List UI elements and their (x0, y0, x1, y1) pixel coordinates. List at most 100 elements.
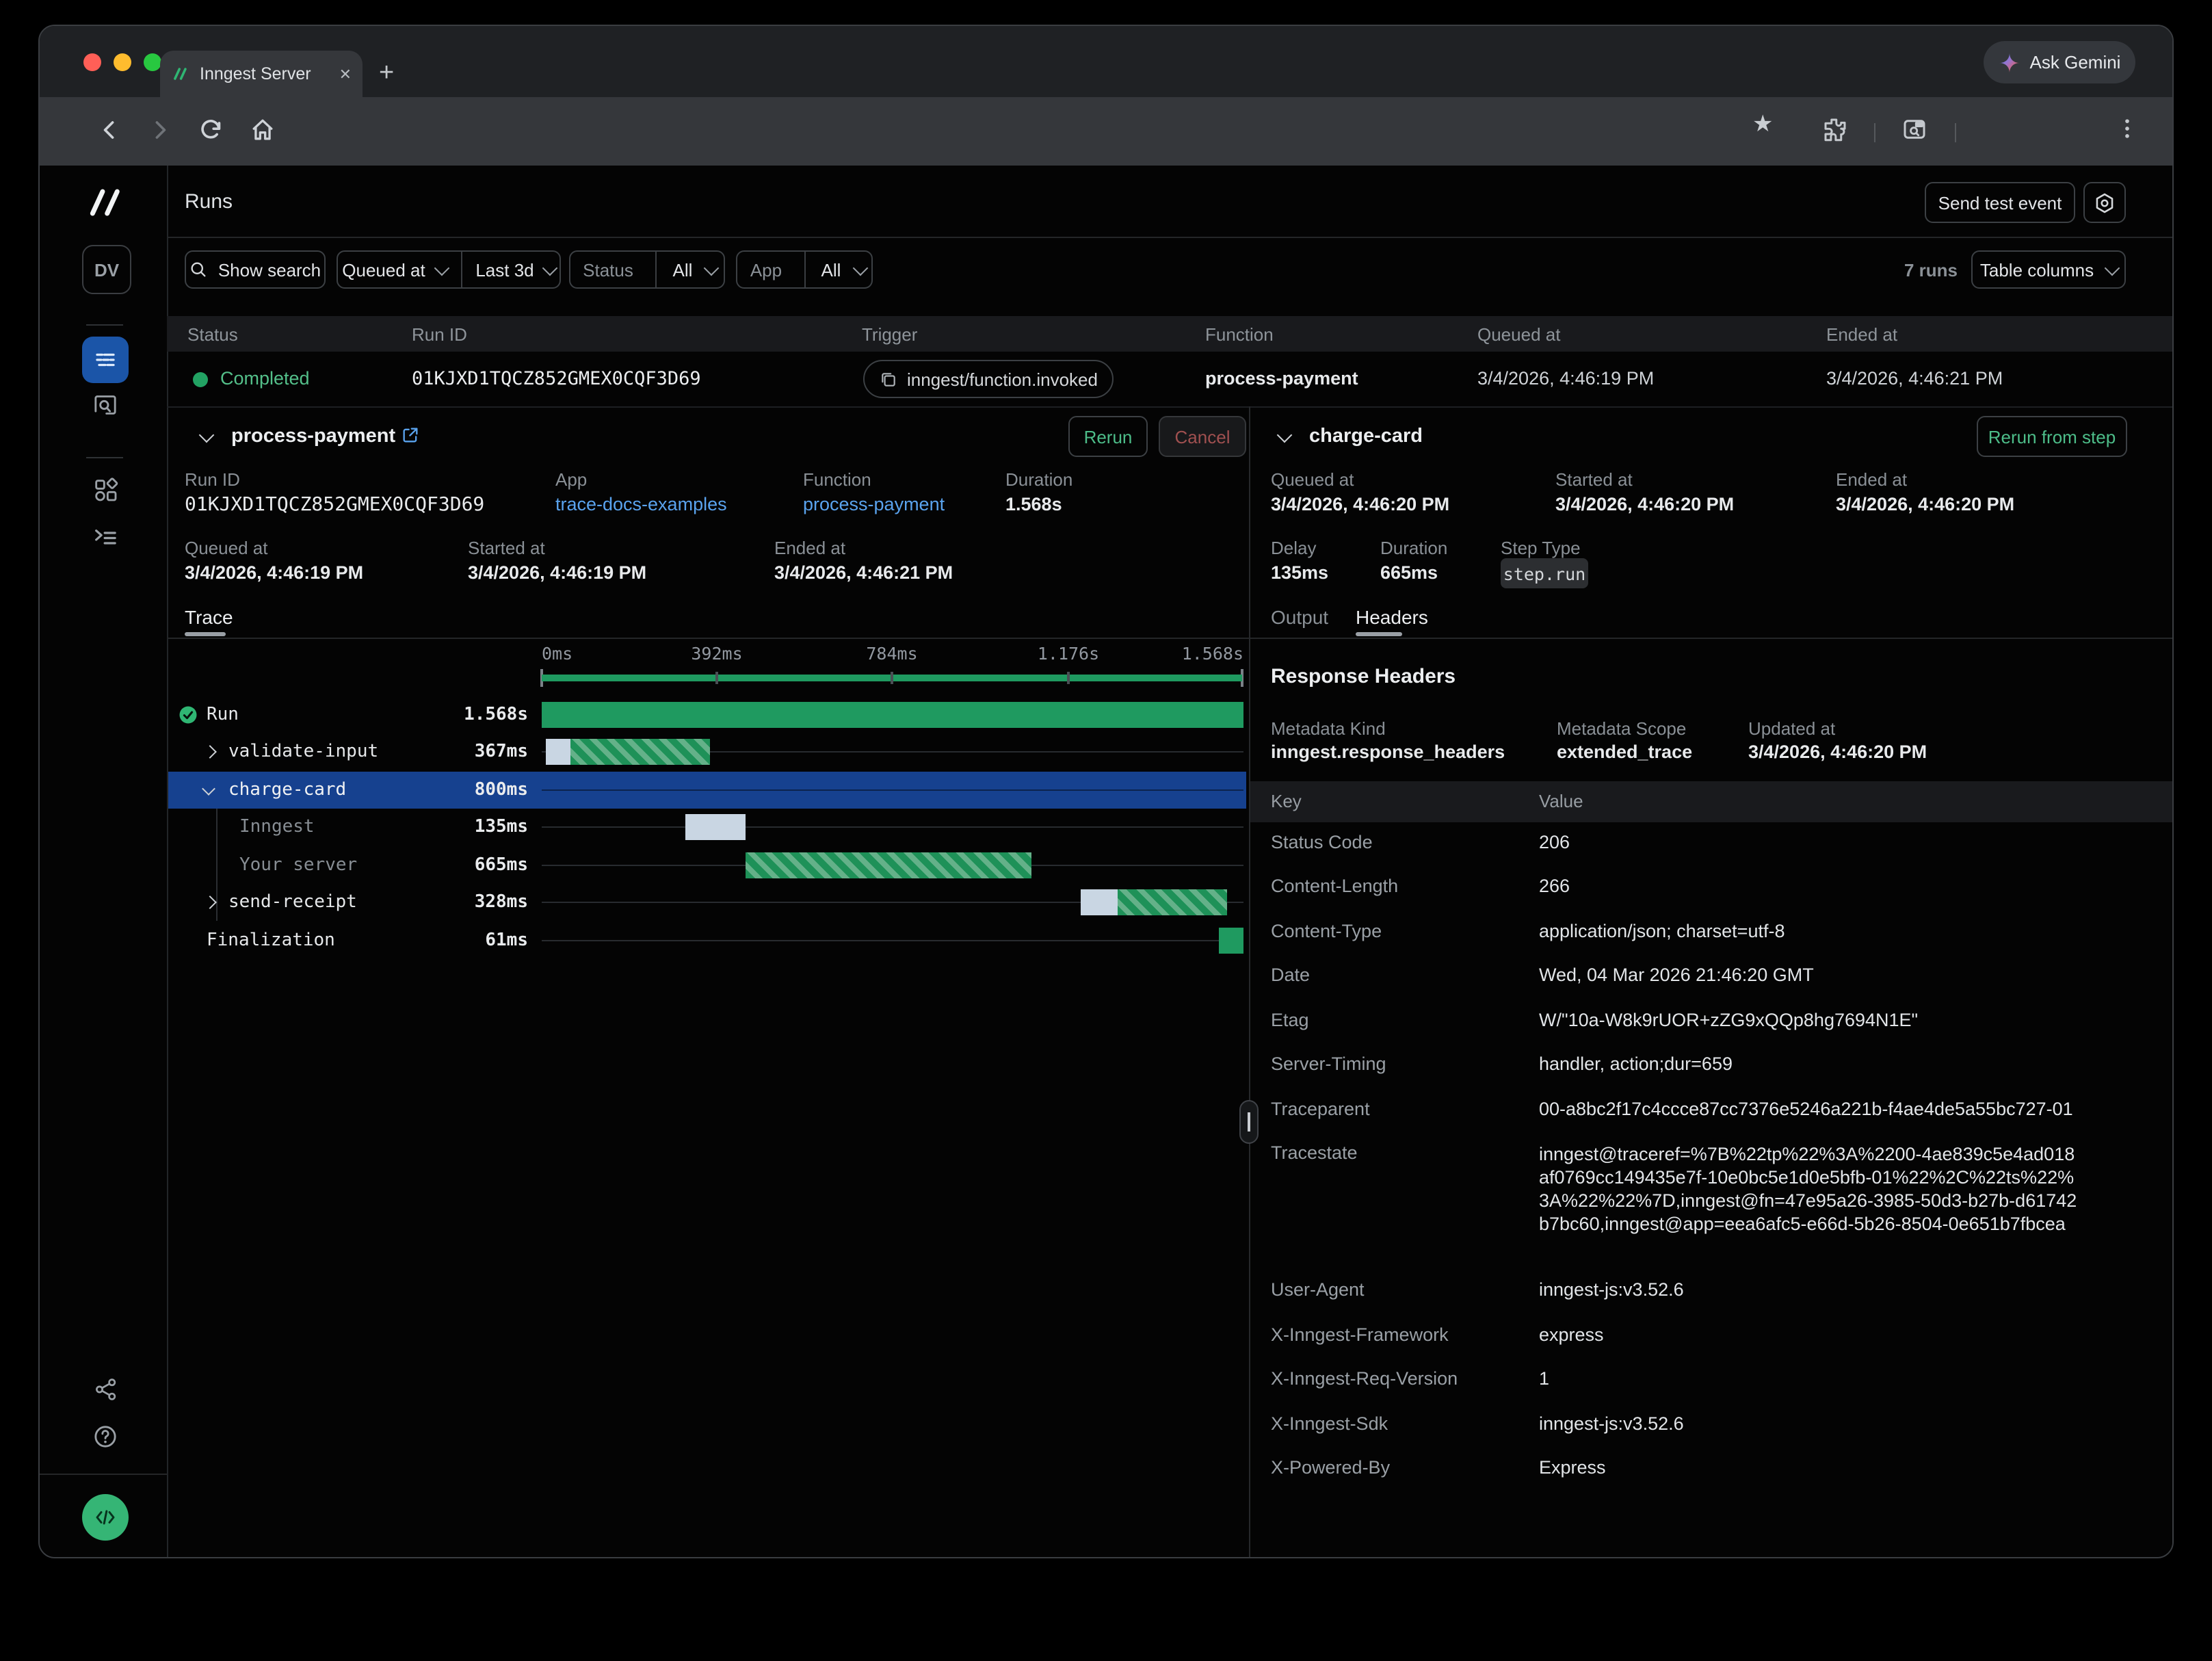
trace-duration: 1.568s (382, 705, 528, 725)
cancel-label: Cancel (1175, 426, 1230, 447)
trace-row-inngest[interactable]: Inngest 135ms (167, 809, 1246, 846)
chevron-down-icon (542, 261, 558, 276)
show-search-button[interactable]: Show search (185, 250, 326, 289)
kv-value: inngest-js:v3.52.6 (1539, 1413, 1684, 1434)
search-icon (189, 260, 209, 279)
time-range-label: Last 3d (475, 259, 534, 280)
forward-icon[interactable] (145, 115, 175, 145)
kv-value: 00-a8bc2f17c4ccce87cc7376e5246a221b-f4ae… (1539, 1099, 2073, 1119)
send-test-event-button[interactable]: Send test event (1925, 182, 2075, 223)
sidebar-item-apps[interactable] (82, 467, 129, 513)
time-range-dropdown[interactable]: Last 3d (472, 252, 559, 287)
trace-bar-run[interactable] (542, 702, 1243, 728)
new-tab-button[interactable]: + (379, 59, 394, 89)
trace-bar-send-receipt[interactable] (1118, 889, 1227, 915)
close-window-button[interactable] (83, 53, 101, 71)
kv-key: Date (1271, 965, 1310, 985)
tab-close-icon[interactable]: ✕ (339, 65, 352, 83)
filter-group-divider (804, 252, 806, 287)
app-filter[interactable]: App All (736, 250, 873, 289)
tab-output[interactable]: Output (1271, 606, 1328, 628)
workspace-badge[interactable]: DV (82, 245, 131, 294)
browser-toolbar: localhost:8288/runs ★ Work (40, 97, 2172, 166)
extensions-icon[interactable] (1821, 115, 1849, 144)
row-detail-divider (167, 406, 2172, 408)
chevron-down-icon (852, 261, 868, 276)
status-filter-value[interactable]: All (666, 252, 724, 287)
zoom-window-button[interactable] (144, 53, 161, 71)
kv-value: express (1539, 1324, 1604, 1345)
status-filter[interactable]: Status All (569, 250, 725, 289)
trace-row-validate-input[interactable]: validate-input 367ms (167, 733, 1246, 770)
run-id-label: Run ID (185, 469, 240, 490)
screen: Inngest Server ✕ + Ask Gemini localhost:… (0, 0, 2212, 1661)
chevron-down-icon (2104, 261, 2120, 276)
table-columns-button[interactable]: Table columns (1971, 250, 2126, 289)
queued-at-filter[interactable]: Queued at Last 3d (337, 250, 561, 289)
settings-button[interactable] (2083, 182, 2126, 223)
trace-row-charge-card-selected[interactable]: charge-card 800ms (168, 772, 1246, 809)
kv-table-header (1250, 781, 2172, 822)
queued-at-dropdown[interactable]: Queued at (338, 252, 451, 287)
trace-bar-validate-input[interactable] (570, 739, 710, 765)
delay-value: 135ms (1271, 562, 1328, 583)
rerun-from-step-button[interactable]: Rerun from step (1977, 416, 2127, 457)
minimap-tick (715, 672, 718, 684)
bookmark-star-icon[interactable]: ★ (1752, 111, 1774, 138)
trigger-pill[interactable]: inngest/function.invoked (863, 360, 1114, 398)
chevron-right-icon[interactable] (203, 745, 217, 759)
trace-row-finalization[interactable]: Finalization 61ms (167, 922, 1246, 959)
header-divider (167, 237, 2172, 238)
browser-menu-icon[interactable] (2114, 115, 2141, 142)
chevron-down-icon (704, 261, 720, 276)
chevron-down-icon[interactable] (202, 782, 215, 796)
app-link[interactable]: trace-docs-examples (555, 494, 727, 514)
trace-row-send-receipt[interactable]: send-receipt 328ms (167, 884, 1246, 921)
trace-bar-finalization[interactable] (1219, 928, 1243, 954)
sidebar-footer-divider (40, 1474, 167, 1475)
ask-gemini-button[interactable]: Ask Gemini (1984, 41, 2135, 83)
collapse-step-chevron[interactable] (1277, 428, 1293, 443)
function-link[interactable]: process-payment (803, 494, 945, 514)
trace-bar-your-server[interactable] (746, 852, 1031, 878)
table-row[interactable]: Completed 01KJXD1TQCZ852GMEX0CQF3D69 inn… (167, 352, 2172, 406)
sidebar-item-runs[interactable] (82, 337, 129, 383)
filter-group-divider (461, 252, 462, 287)
external-link-icon[interactable] (401, 426, 420, 445)
panel-resize-handle[interactable] (1239, 1100, 1259, 1144)
sidebar-item-help[interactable] (82, 1413, 129, 1460)
step-ended-at-label: Ended at (1836, 469, 1907, 490)
trace-bar-inngest[interactable] (685, 814, 746, 840)
chevron-down-icon (434, 261, 449, 276)
step-detail-title: charge-card (1309, 426, 1423, 447)
browser-tab[interactable]: Inngest Server ✕ (160, 51, 363, 97)
trace-duration: 665ms (382, 855, 528, 876)
inngest-logo[interactable] (83, 181, 127, 224)
cancel-button[interactable]: Cancel (1159, 416, 1246, 457)
trace-row-your-server[interactable]: Your server 665ms (167, 847, 1246, 884)
trace-row-run[interactable]: Run 1.568s (167, 696, 1246, 733)
collapse-run-chevron[interactable] (199, 428, 215, 443)
side-panel-search-icon[interactable] (1900, 115, 1929, 144)
tab-trace[interactable]: Trace (185, 606, 233, 628)
sidebar-item-inspector[interactable] (82, 382, 129, 428)
apps-icon (92, 476, 119, 503)
minimize-window-button[interactable] (114, 53, 131, 71)
back-icon[interactable] (94, 115, 124, 145)
home-icon[interactable] (248, 115, 278, 145)
tab-headers[interactable]: Headers (1356, 606, 1428, 628)
queued-at-value: 3/4/2026, 4:46:19 PM (185, 562, 363, 583)
rerun-button[interactable]: Rerun (1068, 416, 1148, 457)
chevron-right-icon[interactable] (203, 895, 217, 909)
app-filter-value[interactable]: All (815, 252, 871, 287)
kv-value: Express (1539, 1457, 1606, 1478)
sidebar-item-share[interactable] (82, 1365, 129, 1412)
axis-tick-2: 784ms (866, 643, 917, 664)
response-headers-title: Response Headers (1271, 665, 1456, 688)
reload-icon[interactable] (196, 115, 226, 145)
sidebar-item-events[interactable] (82, 513, 129, 560)
dev-server-button[interactable] (82, 1494, 129, 1541)
queued-at-label: Queued at (185, 538, 267, 558)
filter-group-divider (655, 252, 657, 287)
trace-duration: 800ms (382, 780, 528, 800)
